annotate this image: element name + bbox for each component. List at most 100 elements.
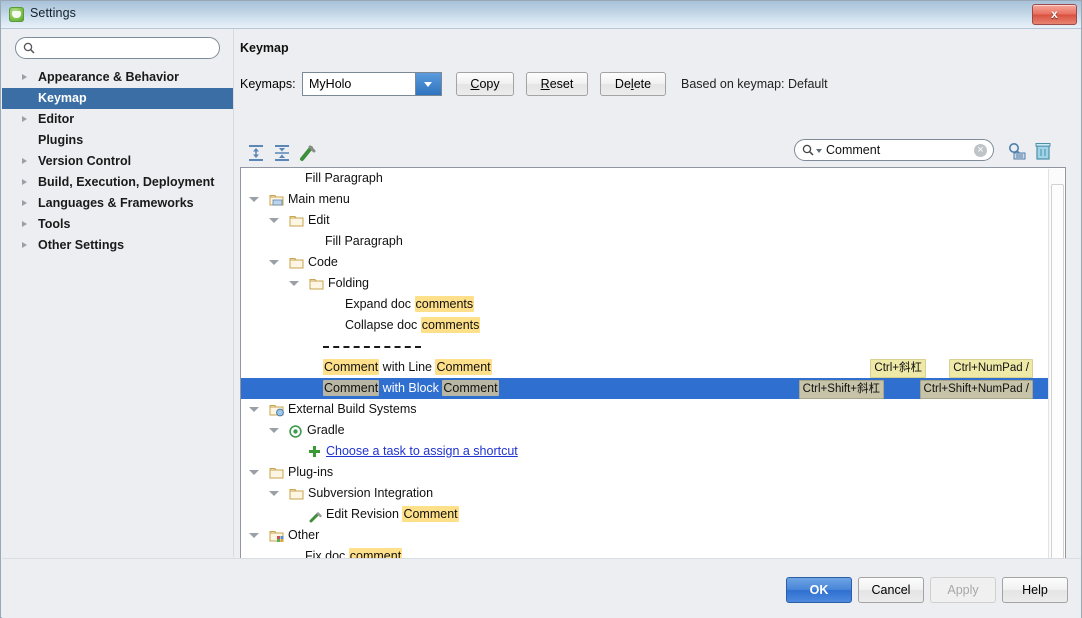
chevron-right-icon[interactable]: [22, 200, 27, 206]
tree-row-label: Plug-ins: [288, 465, 334, 479]
sidebar-item-label: Plugins: [38, 133, 84, 147]
tree-row[interactable]: Edit Revision Comment: [241, 504, 1051, 525]
shortcut-badge: Ctrl+Shift+NumPad /: [919, 380, 1033, 399]
tree-row-label: Comment with Line Comment: [323, 359, 492, 375]
assign-shortcut-link[interactable]: Choose a task to assign a shortcut: [326, 441, 518, 462]
chevron-right-icon[interactable]: [22, 242, 27, 248]
tree-row-label: Edit Revision Comment: [326, 506, 459, 522]
based-on-keymap-label: Based on keymap: Default: [681, 77, 828, 91]
action-search-box[interactable]: Comment: [794, 139, 994, 161]
window-title: Settings: [30, 6, 76, 20]
chevron-down-icon[interactable]: [269, 428, 279, 433]
tree-row-label: Folding: [328, 276, 369, 290]
tree-row[interactable]: External Build Systems: [241, 399, 1051, 420]
scroll-up-button[interactable]: [1049, 169, 1064, 184]
sidebar-item-appearance-behavior[interactable]: Appearance & Behavior: [2, 67, 233, 88]
ok-button[interactable]: OK: [786, 577, 852, 603]
action-search-value: Comment: [826, 143, 881, 157]
tree-row[interactable]: Comment with Block Comment Ctrl+Shift+Num…: [241, 378, 1051, 399]
tree-row[interactable]: Edit: [241, 210, 1051, 231]
chevron-down-icon[interactable]: [415, 73, 441, 95]
tree-row[interactable]: Fill Paragraph: [241, 168, 1051, 189]
reset-button[interactable]: Reset: [526, 72, 588, 96]
chevron-right-icon[interactable]: [22, 158, 27, 164]
clear-search-icon[interactable]: [974, 144, 987, 157]
tree-row[interactable]: Folding: [241, 273, 1051, 294]
tree-row-label: Comment with Block Comment: [323, 380, 499, 396]
tree-row-label: Edit: [308, 213, 330, 227]
chevron-down-icon[interactable]: [249, 533, 259, 538]
tree-row[interactable]: Other: [241, 525, 1051, 546]
settings-sidebar: Appearance & Behavior Keymap Editor Plugins…: [2, 29, 233, 557]
search-options-chevron-icon[interactable]: [816, 149, 822, 153]
sidebar-search-input[interactable]: [40, 40, 216, 58]
keymap-actions-tree[interactable]: Fill Paragraph Main menu Edit Fill Paragrap…: [240, 167, 1066, 575]
chevron-right-icon[interactable]: [22, 116, 27, 122]
tree-row-label: Collapse doc comments: [345, 317, 481, 333]
chevron-down-icon[interactable]: [249, 470, 259, 475]
keymap-select-value: MyHolo: [309, 77, 352, 91]
add-icon[interactable]: [309, 446, 320, 457]
chevron-down-icon[interactable]: [269, 260, 279, 265]
edit-shortcut-icon[interactable]: [298, 143, 320, 163]
search-match-highlight: comments: [414, 296, 475, 312]
expand-all-icon[interactable]: [246, 143, 268, 163]
find-by-shortcut-icon[interactable]: [1006, 141, 1028, 161]
tree-row-label: Expand doc comments: [345, 296, 475, 312]
page-title: Keymap: [240, 41, 289, 55]
apply-button: Apply: [930, 577, 996, 603]
tree-row[interactable]: Expand doc comments: [241, 294, 1051, 315]
search-match-highlight: Comment: [435, 359, 492, 375]
help-button[interactable]: Help: [1002, 577, 1068, 603]
tree-row-label: Code: [308, 255, 338, 269]
sidebar-search-box[interactable]: [15, 37, 220, 59]
sidebar-item-label: Languages & Frameworks: [38, 196, 194, 210]
chevron-down-icon[interactable]: [289, 281, 299, 286]
tree-row[interactable]: Gradle: [241, 420, 1051, 441]
search-match-highlight: comments: [420, 317, 481, 333]
tree-row-label: Fill Paragraph: [305, 171, 383, 185]
chevron-down-icon[interactable]: [269, 491, 279, 496]
search-icon: [23, 42, 35, 57]
tree-row-label: Other: [288, 528, 320, 542]
cancel-button[interactable]: Cancel: [858, 577, 924, 603]
delete-button[interactable]: Delete: [600, 72, 666, 96]
sidebar-item-languages-frameworks[interactable]: Languages & Frameworks: [2, 193, 233, 214]
chevron-down-icon[interactable]: [269, 218, 279, 223]
chevron-right-icon[interactable]: [22, 179, 27, 185]
tree-row[interactable]: Subversion Integration: [241, 483, 1051, 504]
copy-button[interactable]: Copy: [456, 72, 514, 96]
tree-row[interactable]: Main menu: [241, 189, 1051, 210]
sidebar-item-version-control[interactable]: Version Control: [2, 151, 233, 172]
keymap-select[interactable]: MyHolo: [302, 72, 442, 96]
tree-row[interactable]: Fill Paragraph: [241, 231, 1051, 252]
app-icon: [9, 7, 24, 22]
tree-row[interactable]: Collapse doc comments: [241, 315, 1051, 336]
chevron-right-icon[interactable]: [22, 221, 27, 227]
collapse-all-icon[interactable]: [272, 143, 294, 163]
sidebar-item-label: Other Settings: [38, 238, 125, 252]
chevron-right-icon[interactable]: [22, 74, 27, 80]
chevron-down-icon[interactable]: [249, 407, 259, 412]
shortcut-badge: Ctrl+NumPad /: [949, 359, 1033, 378]
tree-vertical-scrollbar[interactable]: [1048, 169, 1064, 574]
search-match-highlight: Comment: [402, 506, 459, 522]
tree-row[interactable]: Choose a task to assign a shortcut: [241, 441, 1051, 462]
tree-row[interactable]: Plug-ins: [241, 462, 1051, 483]
trash-icon[interactable]: [1034, 141, 1056, 161]
chevron-down-icon[interactable]: [249, 197, 259, 202]
sidebar-item-tools[interactable]: Tools: [2, 214, 233, 235]
search-icon: [802, 144, 814, 159]
sidebar-item-other-settings[interactable]: Other Settings: [2, 235, 233, 256]
tree-row[interactable]: Code: [241, 252, 1051, 273]
sidebar-item-keymap[interactable]: Keymap: [2, 88, 233, 109]
sidebar-item-editor[interactable]: Editor: [2, 109, 233, 130]
sidebar-tree: Appearance & Behavior Keymap Editor Plugins…: [2, 67, 233, 256]
sidebar-item-build-execution-deployment[interactable]: Build, Execution, Deployment: [2, 172, 233, 193]
search-match-highlight: Comment: [323, 380, 380, 396]
tree-row[interactable]: Comment with Line Comment Ctrl+NumPad / Ct…: [241, 357, 1051, 378]
scrollbar-thumb[interactable]: [1051, 184, 1064, 560]
sidebar-item-plugins[interactable]: Plugins: [2, 130, 233, 151]
shortcut-badge: Ctrl+斜杠: [870, 359, 926, 378]
close-button[interactable]: x: [1032, 4, 1077, 25]
